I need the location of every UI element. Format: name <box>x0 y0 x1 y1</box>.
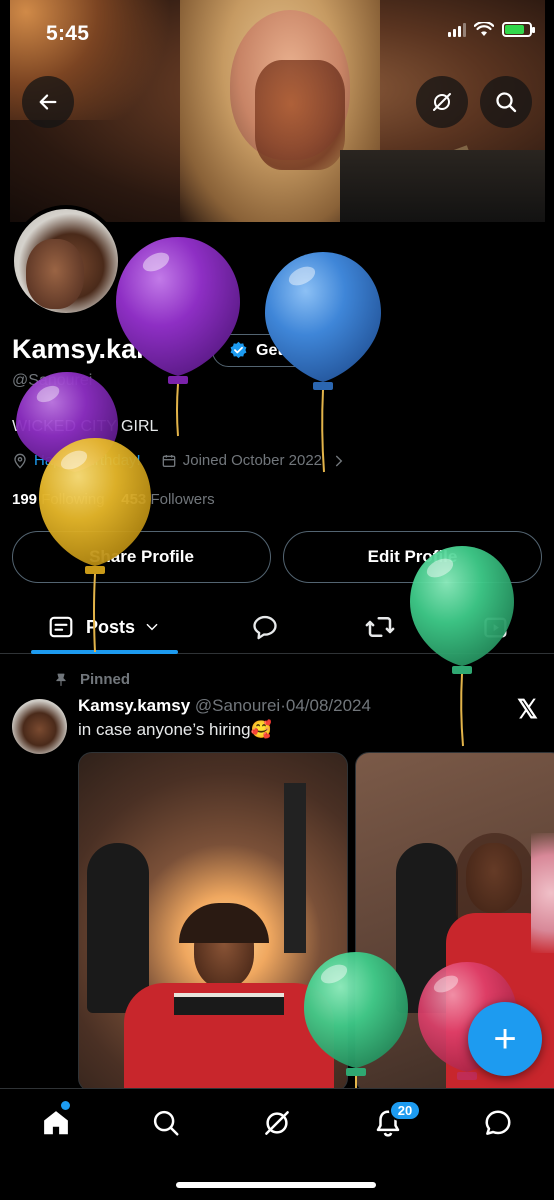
profile-avatar[interactable] <box>10 205 122 317</box>
profile-handle: @Sanourei <box>12 372 93 389</box>
tweet-photo-1[interactable] <box>78 752 348 1092</box>
home-unread-dot <box>61 1101 70 1110</box>
active-tab-indicator <box>31 650 178 654</box>
tweet-text: in case anyone’s hiring🥰 <box>78 720 272 739</box>
banner-glass <box>255 60 345 170</box>
reply-bubble-icon <box>253 615 277 640</box>
profile-bio: WICKED CITY GIRL <box>12 418 159 435</box>
home-indicator <box>176 1182 376 1188</box>
following-label: Following <box>41 491 105 508</box>
followers-count: 453 <box>121 491 147 508</box>
edit-profile-button[interactable]: Edit Profile <box>283 531 542 583</box>
compose-post-button[interactable]: + <box>468 1002 542 1076</box>
tweet-date: 04/08/2024 <box>285 696 371 715</box>
share-profile-button[interactable]: Share Profile <box>12 531 271 583</box>
nav-home[interactable] <box>36 1103 76 1143</box>
posts-icon <box>49 616 73 638</box>
followers-link[interactable]: 453 Followers <box>121 491 214 508</box>
joined-date: Joined October 2022 <box>182 452 322 469</box>
grok-button[interactable] <box>416 76 468 128</box>
tweet-author-name[interactable]: Kamsy.kamsy <box>78 696 190 715</box>
home-icon <box>44 1111 68 1135</box>
search-button[interactable] <box>480 76 532 128</box>
status-icons <box>448 22 535 37</box>
edit-profile-label: Edit Profile <box>367 547 458 566</box>
search-icon <box>153 1110 179 1136</box>
graduate-hair-2 <box>456 833 534 923</box>
battery-icon <box>502 22 535 37</box>
roses <box>531 833 554 953</box>
tweet-avatar[interactable] <box>12 699 67 754</box>
media-icon <box>484 617 507 638</box>
hanging-gown <box>87 843 149 1013</box>
pinned-label: Pinned <box>80 671 131 688</box>
calendar-icon <box>162 454 176 467</box>
tab-posts[interactable]: Posts <box>48 600 159 654</box>
profile-meta: Happy Birthday! Joined October 2022 <box>12 452 346 469</box>
verified-badge-icon <box>230 341 247 359</box>
plus-icon: + <box>493 1016 517 1061</box>
tab-media[interactable] <box>482 600 510 654</box>
cellular-signal-icon <box>448 22 466 37</box>
tab-reposts[interactable] <box>365 600 395 654</box>
graduate-collar <box>174 993 284 1015</box>
profile-name: Kamsy.kamsy <box>12 334 191 364</box>
tweet-header: Kamsy.kamsy @Sanourei·04/08/2024 <box>78 696 371 716</box>
location-pin-icon <box>14 453 26 469</box>
nav-search[interactable] <box>146 1103 186 1143</box>
following-link[interactable]: 199 Following <box>12 491 105 508</box>
status-time: 5:45 <box>46 22 90 45</box>
nav-messages[interactable] <box>478 1103 518 1143</box>
share-profile-label: Share Profile <box>89 547 194 566</box>
followers-label: Followers <box>150 491 215 508</box>
x-logo-icon[interactable]: 𝕏 <box>517 694 538 725</box>
notifications-badge: 20 <box>389 1100 421 1121</box>
get-verified-label: Get verified <box>256 341 345 359</box>
repost-icon <box>365 617 395 637</box>
avatar-face <box>26 239 84 309</box>
back-button[interactable] <box>22 76 74 128</box>
graduate-hair <box>179 903 269 943</box>
chevron-right-icon[interactable] <box>332 454 346 468</box>
birthday-link[interactable]: Happy Birthday! <box>34 452 141 469</box>
grok-icon <box>433 93 451 111</box>
get-verified-button[interactable]: Get verified <box>212 334 360 367</box>
tab-replies[interactable] <box>251 600 279 654</box>
search-icon <box>496 92 517 113</box>
tweet-author-handle[interactable]: @Sanourei <box>195 696 280 715</box>
wifi-icon <box>474 22 494 36</box>
hanging-sash <box>284 783 306 953</box>
pinned-label-row: Pinned <box>54 671 130 688</box>
banner-shirt <box>340 150 545 222</box>
message-bubble-icon <box>485 1110 511 1135</box>
profile-tabs: Posts <box>0 600 554 654</box>
nav-grok[interactable] <box>257 1103 297 1143</box>
follow-stats: 199 Following 453 Followers <box>12 491 215 508</box>
grok-icon <box>265 1111 289 1135</box>
arrow-left-icon <box>39 94 57 110</box>
tab-posts-label: Posts <box>86 616 136 637</box>
chevron-down-icon <box>146 623 158 631</box>
following-count: 199 <box>12 491 38 508</box>
pin-icon <box>56 673 66 686</box>
